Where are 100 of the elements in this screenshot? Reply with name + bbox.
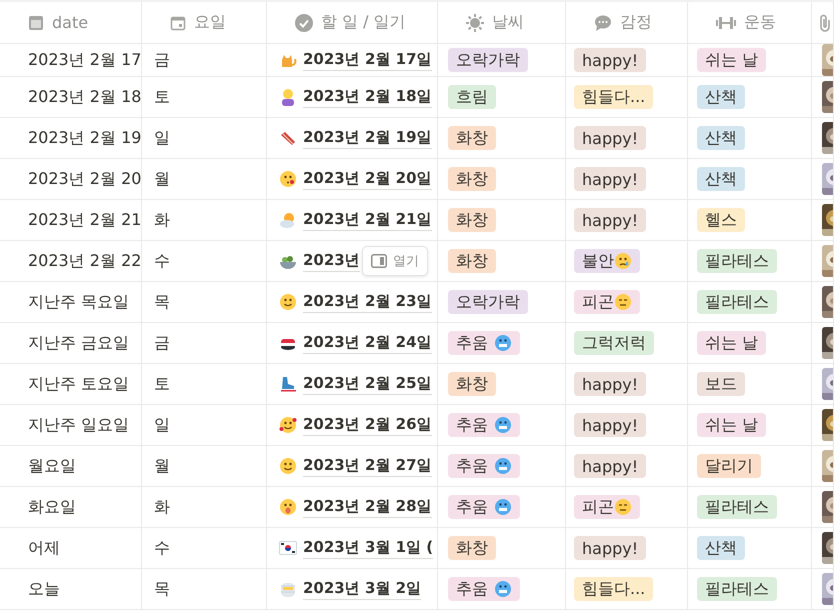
weekday-text: 일 [154,128,170,148]
calendar-icon [170,14,186,30]
mood-tag: 힘들다... [574,577,654,601]
exercise-tag: 산책 [697,126,745,150]
sun-behind-cloud-icon [279,211,297,229]
cold-face-icon [494,334,512,352]
date-text: 2023년 2월 19 [28,128,141,148]
ice-skate-icon [279,375,297,393]
weather-tag: 추움 [448,495,520,519]
mood-tag: happy! [574,536,646,560]
weather-tag: 추움 [448,577,520,601]
chat-bubble-icon [594,14,612,32]
exercise-tag: 쉬는 날 [697,413,766,437]
bacon-icon [279,129,297,147]
date-text: 2023년 2월 18 [28,86,141,108]
expressionless-face-icon [614,293,632,311]
exercise-tag: 필라테스 [697,495,777,519]
cold-face-icon [494,498,512,516]
exercise-tag: 필라테스 [697,290,777,314]
mood-tag: happy! [574,48,646,72]
exercise-tag: 달리기 [697,454,761,478]
weather-tag: 화창 [448,167,496,191]
mood-tag: 피곤 [574,495,640,519]
weather-tag: 흐림 [448,85,496,109]
cold-face-icon [494,457,512,475]
paperclip-icon [818,14,832,32]
cold-face-icon [494,416,512,434]
weekday-text: 수 [154,538,170,558]
date-text: 화요일 [28,496,76,518]
crying-face-icon [614,252,632,270]
smiling-face-icon [279,293,297,311]
weekday-text: 금 [154,332,170,354]
weekday-text: 토 [154,86,170,108]
page-title-link[interactable]: 2023년 2월 19일 [303,128,432,148]
date-text: 2023년 2월 20 [28,168,141,190]
page-title-link[interactable]: 2023년 2월 18일 [303,86,432,108]
page-title-link[interactable]: 2023년 2월 20일 [303,168,432,190]
page-title-link[interactable]: 2023년 2월 26일 [303,414,432,436]
mood-tag: 힘들다... [574,85,654,109]
mood-tag: happy! [574,454,646,478]
weather-tag: 화창 [448,372,496,396]
weekday-text: 토 [154,374,170,394]
date-text: 지난주 일요일 [28,414,130,436]
dumbbell-icon [716,16,736,30]
weather-tag: 화창 [448,126,496,150]
weather-tag: 추움 [448,454,520,478]
exercise-tag: 필라테스 [697,577,777,601]
exercise-tag: 쉬는 날 [697,331,766,355]
weekday-text: 목 [154,578,170,600]
date-text: 오늘 [28,578,60,600]
mood-tag: 불안 [574,249,640,273]
mood-tag: 피곤 [574,290,640,314]
page-title-link[interactable]: 2023년 2월 21일 [303,210,432,230]
date-text: 월요일 [28,456,76,476]
side-panel-icon [371,254,387,268]
kissing-face-icon [279,170,297,188]
mood-tag: happy! [574,208,646,232]
page-title-link[interactable]: 2023년 2월 24일 [303,332,432,354]
page-title-link[interactable]: 2023년 2월 27일 [303,456,432,476]
weekday-text: 월 [154,168,170,190]
weekday-text: 수 [154,250,170,272]
weather-tag: 오락가락 [448,290,528,314]
exercise-tag: 헬스 [697,208,745,232]
cold-face-icon [494,580,512,598]
weekday-text: 목 [154,292,170,312]
sun-icon [466,14,484,32]
date-text: 지난주 금요일 [28,332,130,354]
weather-tag: 오락가락 [448,48,528,72]
date-text: 지난주 토요일 [28,374,130,394]
page-title-link[interactable]: 2023년 2월 17일 [303,50,432,70]
exercise-tag: 산책 [697,167,745,191]
page-title-link[interactable]: 2023년 3월 1일 ( [303,538,434,558]
weather-tag: 화창 [448,249,496,273]
mood-tag: happy! [574,413,646,437]
exercise-tag: 보드 [697,372,745,396]
date-text: 2023년 2월 17 [28,50,141,70]
page-title-link[interactable]: 2023년 [303,250,360,272]
smiling-face-hearts-icon [279,416,297,434]
page-title-link[interactable]: 2023년 3월 2일 [303,578,422,600]
mood-tag: happy! [574,167,646,191]
exercise-tag: 쉬는 날 [697,48,766,72]
flag-icon [279,541,297,555]
page-title-link[interactable]: 2023년 2월 23일 [303,292,432,312]
weekday-text: 월 [154,456,170,476]
calendar-icon [28,14,44,30]
smiling-face-icon [279,457,297,475]
weather-tag: 추움 [448,413,520,437]
page-title-link[interactable]: 2023년 2월 28일 [303,496,432,518]
mood-tag: happy! [574,372,646,396]
weekday-text: 화 [154,496,170,518]
expressionless-face-icon [614,498,632,516]
weekday-text: 일 [154,414,170,436]
weekday-text: 금 [154,50,170,70]
weekday-text: 화 [154,210,170,230]
page-title-link[interactable]: 2023년 2월 25일 [303,374,432,394]
exercise-tag: 산책 [697,85,745,109]
exercise-tag: 산책 [697,536,745,560]
weather-tag: 화창 [448,536,496,560]
date-text: 지난주 목요일 [28,292,130,312]
date-text: 어제 [28,538,60,558]
